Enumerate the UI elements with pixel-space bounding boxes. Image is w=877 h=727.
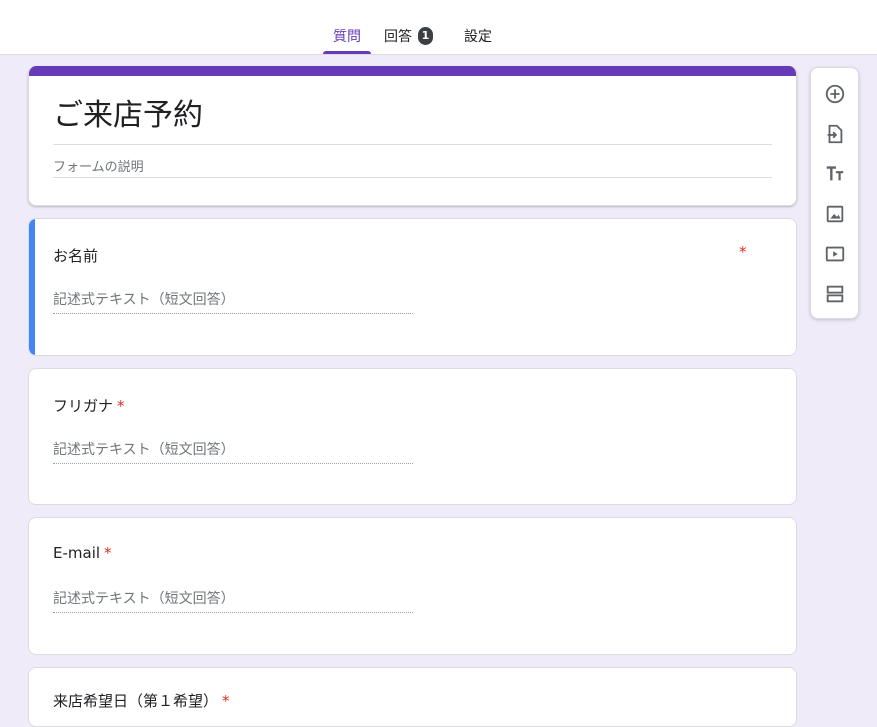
add-question-icon[interactable] xyxy=(822,81,848,107)
required-asterisk: * xyxy=(117,397,125,415)
question-title-text: お名前 xyxy=(53,247,99,265)
question-card-email[interactable]: E-mail * 記述式テキスト（短文回答） xyxy=(28,517,797,655)
top-bar: 質問 回答 1 設定 xyxy=(0,0,877,55)
question-title-text: E-mail xyxy=(53,544,101,562)
tab-responses-label: 回答 xyxy=(384,29,412,45)
divider xyxy=(53,144,772,145)
responses-count-badge: 1 xyxy=(418,27,433,45)
form-description-field[interactable]: フォームの説明 xyxy=(53,156,144,175)
question-title[interactable]: お名前 xyxy=(53,245,98,266)
active-tab-indicator xyxy=(323,51,371,54)
required-asterisk: * xyxy=(739,243,747,261)
required-asterisk: * xyxy=(222,692,230,710)
question-title[interactable]: E-mail * xyxy=(53,544,112,562)
theme-color-band xyxy=(29,66,796,76)
short-answer-field: 記述式テキスト（短文回答） xyxy=(53,439,413,464)
add-section-icon[interactable] xyxy=(822,281,848,307)
add-video-icon[interactable] xyxy=(822,241,848,267)
question-card-visit-date[interactable]: 来店希望日（第１希望） * xyxy=(28,667,797,727)
tab-questions-label: 質問 xyxy=(333,29,361,45)
floating-toolbar xyxy=(810,67,859,319)
tab-settings-label: 設定 xyxy=(464,29,492,45)
question-title-text: 来店希望日（第１希望） xyxy=(53,692,219,710)
question-title[interactable]: フリガナ * xyxy=(53,395,125,416)
question-card-name[interactable]: お名前 * 記述式テキスト（短文回答） xyxy=(28,218,797,356)
question-card-furigana[interactable]: フリガナ * 記述式テキスト（短文回答） xyxy=(28,368,797,505)
import-questions-icon[interactable] xyxy=(822,121,848,147)
short-answer-field: 記述式テキスト（短文回答） xyxy=(53,588,413,613)
tab-settings[interactable]: 設定 xyxy=(458,26,498,54)
tab-responses[interactable]: 回答 1 xyxy=(384,26,444,54)
tab-questions[interactable]: 質問 xyxy=(323,26,371,54)
required-asterisk: * xyxy=(104,544,112,562)
form-title[interactable]: ご来店予約 xyxy=(53,98,203,134)
add-image-icon[interactable] xyxy=(822,201,848,227)
divider xyxy=(53,177,772,178)
form-title-card[interactable]: ご来店予約 フォームの説明 xyxy=(28,66,797,206)
short-answer-field: 記述式テキスト（短文回答） xyxy=(53,289,413,314)
question-title-text: フリガナ xyxy=(53,397,114,415)
add-title-icon[interactable] xyxy=(822,161,848,187)
